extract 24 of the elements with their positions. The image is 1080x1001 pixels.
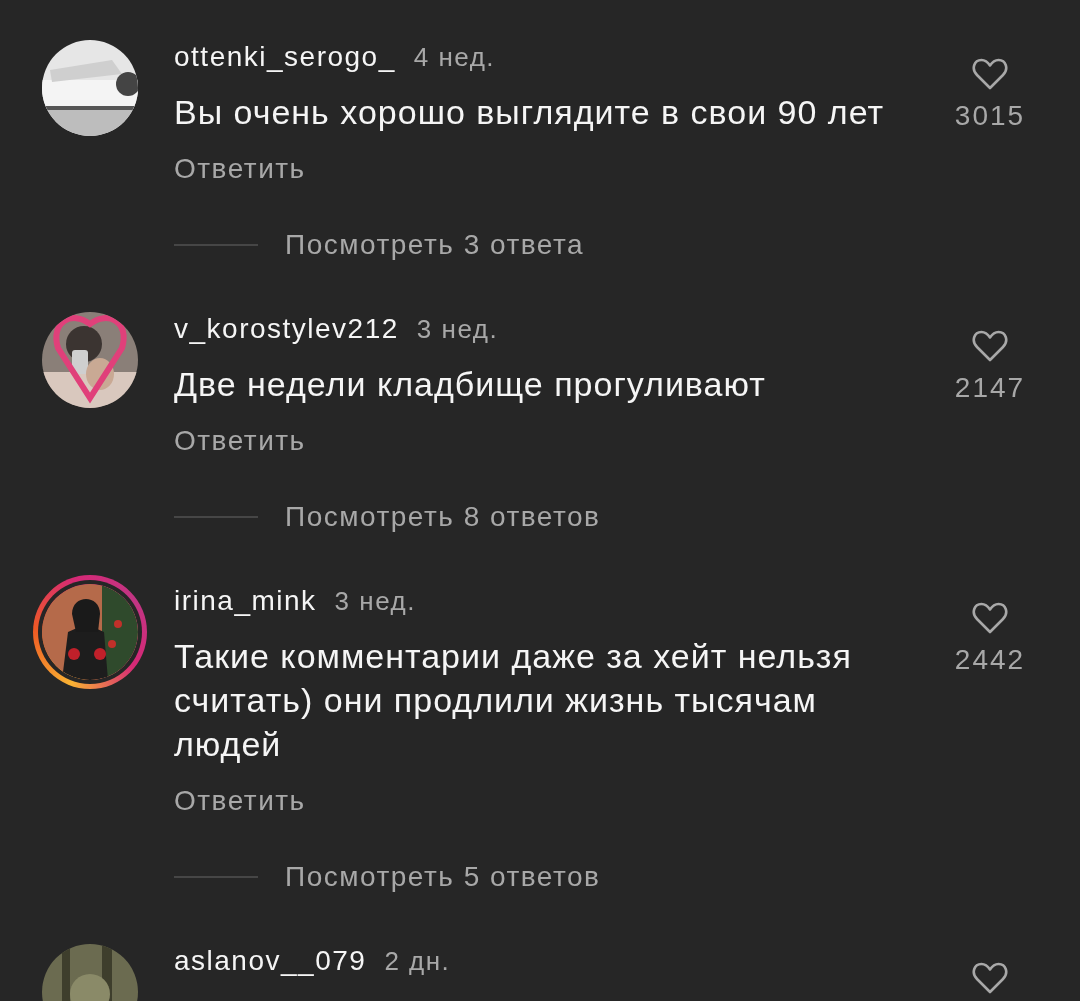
like-count: 3015	[954, 101, 1026, 131]
view-replies-link[interactable]: Посмотреть 8 ответов	[285, 500, 601, 534]
timestamp: 2 дн.	[384, 945, 451, 978]
comment-text: Вы очень хорошо выглядите в свои 90 лет	[174, 92, 886, 133]
username[interactable]: v_korostylev212	[174, 312, 399, 346]
like-count: 2442	[954, 645, 1026, 675]
timestamp: 3 нед.	[416, 313, 499, 346]
timestamp: 4 нед.	[413, 41, 496, 74]
comment-text: Две недели кладбище прогуливают	[174, 364, 767, 405]
username[interactable]: irina_mink	[174, 584, 317, 618]
heart-icon[interactable]	[972, 601, 1008, 635]
view-replies-link[interactable]: Посмотреть 5 ответов	[285, 860, 601, 894]
like-count: 2147	[954, 373, 1026, 403]
timestamp: 3 нед.	[334, 585, 416, 618]
heart-icon[interactable]	[972, 329, 1008, 363]
heart-icon[interactable]	[972, 961, 1008, 995]
reply-link[interactable]: Ответить	[174, 784, 306, 818]
reply-link[interactable]: Ответить	[174, 424, 306, 458]
reply-link[interactable]: Ответить	[174, 152, 306, 186]
view-replies-link[interactable]: Посмотреть 3 ответа	[285, 228, 585, 262]
comment-text: Такие комментарии даже за хейт нельзя считать) они продлили жизнь тысячам людей	[174, 636, 853, 765]
heart-icon[interactable]	[972, 57, 1008, 91]
username[interactable]: aslanov__079	[174, 944, 367, 978]
username[interactable]: ottenki_serogo_	[174, 40, 396, 74]
